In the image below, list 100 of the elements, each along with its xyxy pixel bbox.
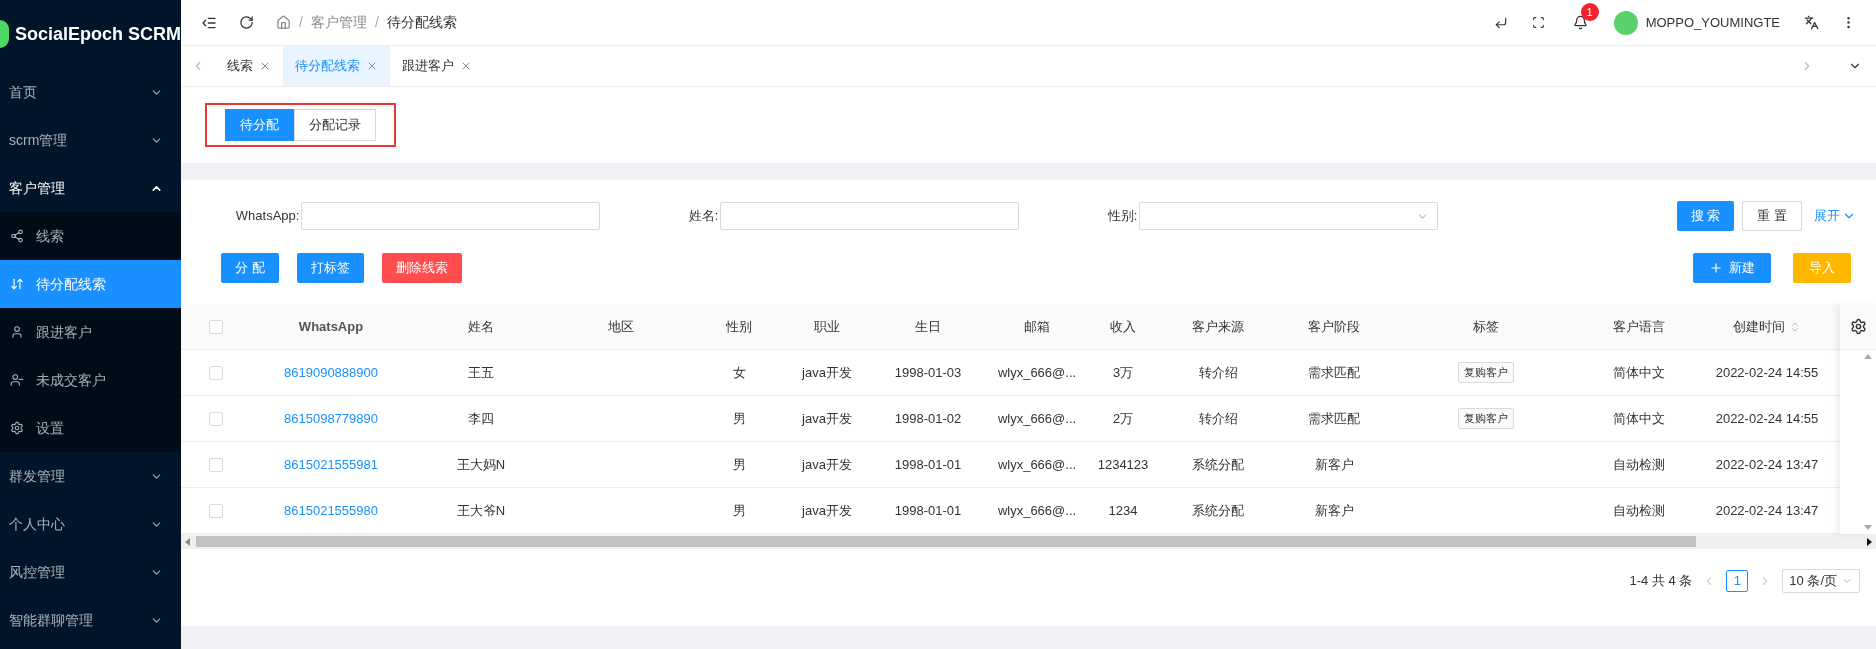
home-icon[interactable]: [276, 15, 291, 30]
notification-badge: 1: [1580, 3, 1599, 21]
table-cell-text: 2022-02-24 13:47: [1715, 455, 1819, 474]
column-header: 职业: [814, 317, 840, 336]
input-field[interactable]: [301, 202, 600, 230]
column-header: 地区: [608, 317, 634, 336]
table-cell-text: 系统分配: [1192, 501, 1244, 520]
column-header[interactable]: 创建时间: [1733, 316, 1801, 337]
table-cell-text: 2022-02-24 14:55: [1715, 363, 1819, 382]
table-cell-text: 需求匹配: [1308, 363, 1360, 382]
column-header: 客户来源: [1192, 317, 1244, 336]
table-cell-text: 王大妈N: [456, 455, 506, 474]
menu-item[interactable]: scrm管理: [0, 116, 181, 164]
table-cell-text: 男: [732, 455, 746, 474]
breadcrumb-item: 待分配线索: [386, 13, 457, 32]
arrows-icon: [10, 277, 24, 291]
sort-icon[interactable]: [1789, 320, 1801, 333]
tag: 复购客户: [1458, 408, 1514, 429]
fullscreen-icon[interactable]: [1531, 16, 1545, 29]
field-label: 性别:: [1106, 207, 1139, 226]
table-cell-text: 2万: [1112, 409, 1134, 428]
input-field[interactable]: [720, 202, 1019, 230]
checkbox[interactable]: [209, 457, 223, 472]
share-icon: [10, 229, 24, 243]
table-cell-text: 1234123: [1097, 455, 1149, 474]
notification-icon[interactable]: [1572, 15, 1588, 30]
table-cell-text: 系统分配: [1192, 455, 1244, 474]
menu-item[interactable]: 群发管理: [0, 452, 181, 500]
horizontal-scrollbar[interactable]: [181, 534, 1876, 549]
table-cell-text: 新客户: [1314, 455, 1354, 474]
column-header: 客户语言: [1613, 317, 1665, 336]
user-name[interactable]: MOPPO_YOUMINGTE: [1645, 12, 1780, 33]
page-size-select[interactable]: 10 条/页: [1782, 569, 1860, 593]
close-icon[interactable]: [460, 60, 472, 72]
submenu-item[interactable]: 设置: [0, 404, 181, 452]
refresh-icon[interactable]: [239, 15, 254, 30]
table-cell-text: java开发: [802, 501, 852, 520]
table-cell-text: 王大爷N: [456, 501, 506, 520]
checkbox[interactable]: [209, 411, 223, 426]
table-cell-text: 2022-02-24 13:47: [1715, 501, 1819, 520]
table-cell-text: 转介绍: [1198, 363, 1238, 382]
checkbox[interactable]: [209, 503, 223, 518]
scroll-right-icon[interactable]: [1867, 537, 1872, 546]
scroll-up-icon[interactable]: [1864, 354, 1872, 359]
close-icon[interactable]: [366, 60, 378, 72]
table-cell-text: wlyx_666@...: [997, 501, 1077, 520]
column-header: 性别: [726, 317, 752, 336]
field-label: 姓名:: [687, 207, 720, 226]
tab[interactable]: 线索: [215, 46, 283, 86]
table-cell-text: wlyx_666@...: [997, 455, 1077, 474]
column-header: 客户阶段: [1308, 317, 1360, 336]
table-cell-text: 转介绍: [1198, 409, 1238, 428]
scrollbar-thumb[interactable]: [196, 536, 1696, 547]
translate-icon[interactable]: [1804, 15, 1819, 30]
settings-icon[interactable]: [1849, 318, 1867, 335]
table-cell-text: 新客户: [1314, 501, 1354, 520]
table-cell-text: 自动检测: [1613, 455, 1665, 474]
column-header: 邮箱: [1024, 317, 1050, 336]
tab[interactable]: 跟进客户: [390, 46, 484, 86]
close-icon[interactable]: [259, 60, 271, 72]
user-avatar[interactable]: [1613, 10, 1638, 35]
table-cell-text: 男: [732, 501, 746, 520]
field-label: WhatsApp:: [234, 207, 301, 226]
checkbox[interactable]: [209, 319, 223, 334]
menu-item[interactable]: 风控管理: [0, 548, 181, 596]
submenu-item[interactable]: 线索: [0, 212, 181, 260]
return-icon[interactable]: [1493, 15, 1508, 30]
gear-icon: [10, 421, 24, 435]
menu-item[interactable]: 个人中心: [0, 500, 181, 548]
table-cell-text: 1998-01-01: [894, 455, 962, 474]
table-cell-text: wlyx_666@...: [997, 363, 1077, 382]
column-header: 生日: [915, 317, 941, 336]
menu-item[interactable]: 智能群聊管理: [0, 596, 181, 644]
submenu-item[interactable]: 未成交客户: [0, 356, 181, 404]
table-cell-text: 1998-01-02: [894, 409, 962, 428]
table-cell-text: 自动检测: [1613, 501, 1665, 520]
reset-button[interactable]: 重 置: [1742, 201, 1802, 231]
plus-icon: [1709, 261, 1723, 275]
table-cell-text: 1998-01-01: [894, 501, 962, 520]
user-icon: [10, 325, 24, 339]
submenu-item[interactable]: 跟进客户: [0, 308, 181, 356]
app-title: SocialEpoch SCRM: [14, 22, 181, 46]
breadcrumb-separator: /: [299, 13, 303, 32]
select-field[interactable]: [1139, 202, 1438, 230]
checkbox[interactable]: [209, 365, 223, 380]
table-cell-text: wlyx_666@...: [997, 409, 1077, 428]
segment-button[interactable]: 分配记录: [294, 109, 376, 141]
table-cell-text: 李四: [468, 409, 494, 428]
user-minus-icon: [10, 373, 24, 387]
logo-icon: [0, 20, 9, 48]
menu-item[interactable]: 首页: [0, 68, 181, 116]
breadcrumb-separator: /: [374, 13, 379, 32]
table-cell-text: 王五: [468, 363, 494, 382]
table-cell-text: 简体中文: [1613, 363, 1665, 382]
table-cell-text: java开发: [802, 363, 852, 382]
scroll-left-icon[interactable]: [185, 537, 190, 546]
column-header: 姓名: [468, 317, 494, 336]
table-cell-text: 2022-02-24 14:55: [1715, 409, 1819, 428]
breadcrumb-item[interactable]: 客户管理: [310, 12, 367, 33]
menu-item[interactable]: 客户管理: [0, 164, 181, 212]
